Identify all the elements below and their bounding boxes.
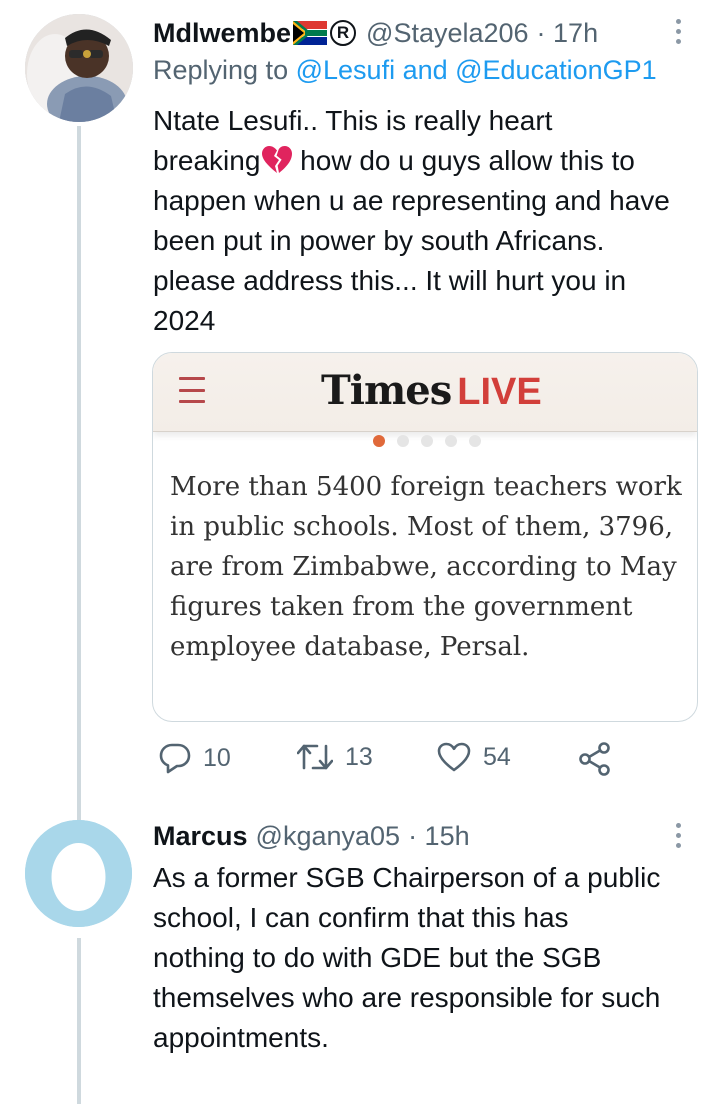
text-line: As a former SGB Chairperson of a public	[153, 862, 661, 893]
card-text-line: employee database, Persal.	[170, 632, 530, 662]
display-name[interactable]: Marcus	[153, 821, 248, 852]
text-line-segment: breaking	[153, 145, 261, 176]
tweet-mdlwembe[interactable]: Mdlwembe R @Stayela206 · 17h Replying to…	[0, 0, 720, 800]
tweet-header: Marcus @kganya05 · 15h	[153, 816, 470, 856]
replying-to-users-link[interactable]: @Lesufi and @EducationGP1	[296, 55, 657, 85]
timestamp[interactable]: · 15h	[408, 821, 470, 852]
text-line: school, I can confirm that this has	[153, 902, 569, 933]
timeslive-logo: Times LIVE	[321, 367, 542, 414]
card-text-line: More than 5400 foreign teachers work	[170, 472, 682, 502]
image-card[interactable]: Times LIVE More than 5400 foreign teache…	[152, 352, 698, 722]
like-icon	[437, 742, 471, 772]
avatar[interactable]	[25, 820, 132, 927]
reply-button[interactable]: 10	[159, 742, 231, 774]
handle[interactable]: @Stayela206	[366, 18, 529, 49]
more-icon[interactable]	[668, 823, 688, 848]
share-button[interactable]	[578, 742, 612, 776]
text-line: 2024	[153, 305, 216, 336]
logo-live-text: LIVE	[457, 371, 542, 413]
text-line-segment: how do u guys allow this to	[292, 145, 635, 176]
share-icon	[579, 742, 610, 776]
text-line: nothing to do with GDE but the SGB	[153, 942, 602, 973]
avatar[interactable]	[25, 14, 133, 122]
retweet-button[interactable]: 13	[297, 742, 373, 772]
tweet-header: Mdlwembe R @Stayela206 · 17h	[153, 13, 598, 53]
more-icon[interactable]	[668, 19, 688, 44]
text-line: happen when u ae representing and have	[153, 185, 670, 216]
text-line: appointments.	[153, 1022, 329, 1053]
default-egg-avatar-icon	[25, 820, 132, 927]
carousel-dots	[373, 435, 481, 447]
replying-prefix: Replying to	[153, 55, 289, 85]
carousel-dot-active	[373, 435, 385, 447]
display-name[interactable]: Mdlwembe	[153, 18, 291, 49]
card-text-line: figures taken from the government	[170, 592, 633, 622]
like-count: 54	[483, 742, 511, 771]
carousel-dot	[445, 435, 457, 447]
card-text-line: are from Zimbabwe, according to May	[170, 552, 677, 582]
reply-icon	[159, 743, 191, 774]
like-button[interactable]: 54	[437, 742, 511, 772]
text-line: themselves who are responsible for such	[153, 982, 661, 1013]
carousel-dot	[397, 435, 409, 447]
text-line: please address this... It will hurt you …	[153, 265, 627, 296]
timestamp[interactable]: · 17h	[537, 18, 599, 49]
text-line: Ntate Lesufi.. This is really heart	[153, 105, 553, 136]
broken-heart-icon	[262, 146, 293, 173]
registered-icon: R	[330, 20, 357, 46]
carousel-dot	[469, 435, 481, 447]
profile-photo-icon	[25, 14, 133, 122]
retweet-count: 13	[345, 742, 373, 771]
text-line: been put in power by south Africans.	[153, 225, 605, 256]
tweet-text: As a former SGB Chairperson of a public …	[153, 858, 708, 1058]
text-line: breaking how do u guys allow this to	[153, 141, 708, 181]
hamburger-menu-icon	[179, 377, 205, 403]
retweet-icon	[297, 744, 333, 770]
reply-count: 10	[203, 743, 231, 772]
south-africa-flag-icon	[293, 21, 328, 45]
tweet-marcus[interactable]: Marcus @kganya05 · 15h As a former SGB C…	[0, 812, 720, 1104]
carousel-dot	[421, 435, 433, 447]
handle[interactable]: @kganya05	[256, 821, 401, 852]
card-text-line: in public schools. Most of them, 3796,	[170, 512, 674, 542]
replying-to: Replying to @Lesufi and @EducationGP1	[153, 55, 657, 86]
tweet-text: Ntate Lesufi.. This is really heart brea…	[153, 101, 708, 341]
tweet-actions: 10 13 54	[0, 742, 720, 782]
card-site-header: Times LIVE	[153, 353, 697, 432]
card-article-text: More than 5400 foreign teachers work in …	[170, 467, 690, 667]
logo-times-text: Times	[321, 367, 452, 414]
